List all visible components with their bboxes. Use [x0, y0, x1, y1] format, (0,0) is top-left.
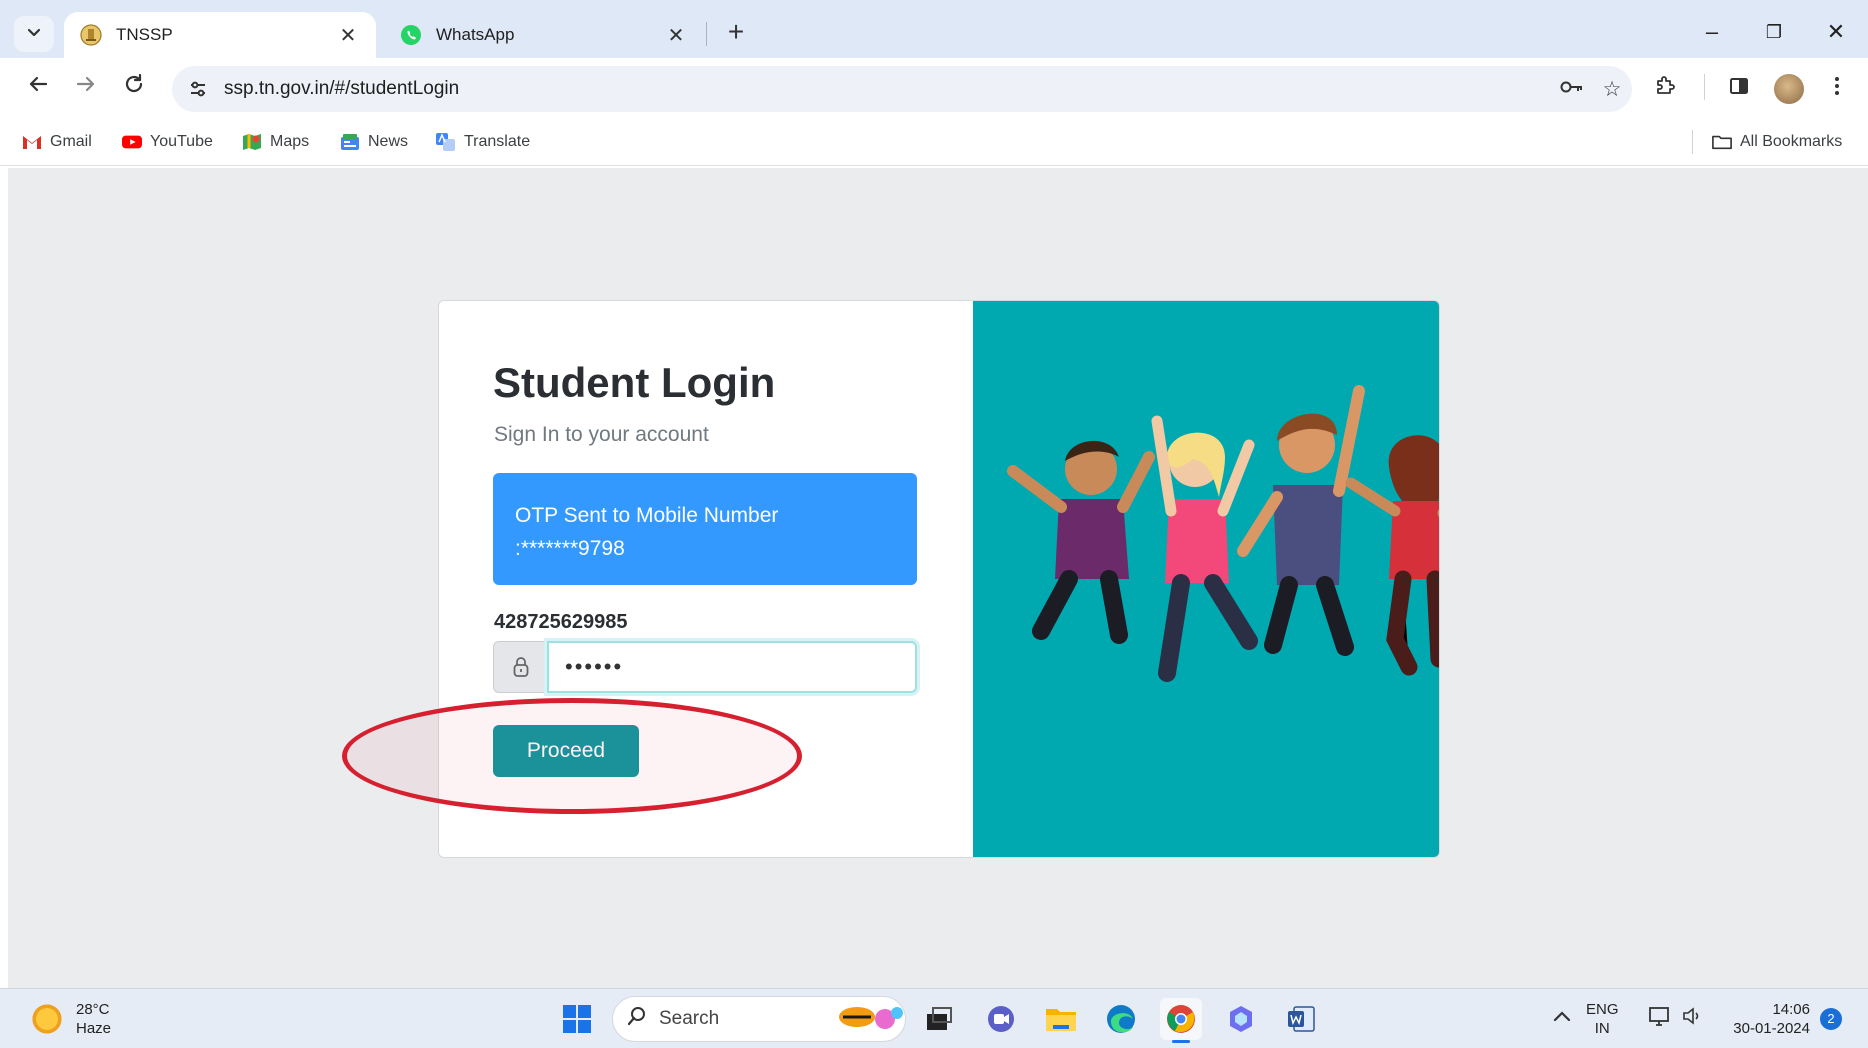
bookmark-label: News [368, 133, 409, 150]
youtube-icon [122, 133, 142, 151]
forward-button[interactable] [66, 68, 106, 108]
chrome-active-indicator [1172, 1040, 1190, 1043]
windows-icon [563, 1005, 591, 1033]
clock[interactable]: 14:06 30-01-2024 [1726, 1000, 1810, 1038]
bookmark-label: Maps [270, 133, 310, 150]
alert-masked-number: :*******9798 [515, 537, 625, 560]
student-figure [1151, 415, 1258, 682]
alert-message: OTP Sent to Mobile Number [515, 504, 779, 527]
bookmark-label: YouTube [150, 133, 213, 150]
student-figure [1237, 385, 1365, 656]
bookmark-gmail[interactable]: Gmail [22, 130, 92, 154]
file-explorer-icon[interactable] [1040, 998, 1082, 1040]
maps-icon [242, 133, 262, 151]
bookmark-translate[interactable]: Translate [436, 130, 530, 154]
reload-icon [123, 73, 145, 101]
otp-input[interactable] [547, 641, 917, 693]
tab-whatsapp[interactable]: WhatsApp ✕ [384, 12, 704, 58]
volume-icon[interactable] [1682, 1006, 1704, 1031]
tab-separator [706, 22, 707, 46]
key-icon[interactable] [1552, 77, 1592, 101]
start-button[interactable] [556, 998, 598, 1040]
tn-emblem-icon [80, 24, 102, 46]
weather-condition: Haze [76, 1020, 112, 1037]
chevron-up-icon[interactable] [1552, 1006, 1572, 1029]
reload-button[interactable] [114, 68, 154, 108]
browser-toolbar: ssp.tn.gov.in/#/studentLogin ☆ [0, 58, 1868, 118]
folder-icon [1712, 133, 1732, 151]
aadhaar-number-label: 428725629985 [494, 611, 628, 633]
time: 14:06 [1772, 1001, 1810, 1018]
minimize-button[interactable]: – [1688, 14, 1736, 50]
page-title: Student Login [493, 359, 776, 406]
whatsapp-icon [400, 24, 422, 46]
tab-strip: TNSSP ✕ WhatsApp ✕ + – ❐ ✕ [0, 0, 1868, 58]
bookmark-label: Translate [464, 133, 531, 150]
search-highlight-icon [835, 999, 905, 1039]
side-panel-icon[interactable] [1720, 70, 1758, 108]
weather-widget[interactable]: 28°C Haze [30, 1000, 111, 1038]
close-icon[interactable]: ✕ [664, 23, 688, 48]
toolbar-separator [1704, 74, 1705, 100]
restore-button[interactable]: ❐ [1750, 14, 1798, 50]
all-bookmarks-label: All Bookmarks [1740, 133, 1843, 150]
temperature: 28°C [76, 1001, 110, 1018]
student-figure [1345, 435, 1439, 676]
word-icon[interactable] [1280, 998, 1322, 1040]
extensions-icon[interactable] [1646, 70, 1684, 108]
close-icon[interactable]: ✕ [336, 23, 360, 48]
all-bookmarks[interactable]: All Bookmarks [1712, 130, 1842, 154]
close-window-button[interactable]: ✕ [1812, 14, 1860, 50]
network-icon[interactable] [1648, 1006, 1672, 1033]
chevron-down-icon [26, 24, 42, 45]
bookmark-news[interactable]: News [340, 130, 408, 154]
lock-icon [493, 641, 547, 693]
tab-title: WhatsApp [436, 25, 515, 44]
otp-sent-alert: OTP Sent to Mobile Number :*******9798 [493, 473, 917, 585]
tab-tnssp[interactable]: TNSSP ✕ [64, 12, 376, 58]
back-button[interactable] [18, 68, 58, 108]
tab-search-button[interactable] [14, 16, 54, 52]
region-code: IN [1594, 1020, 1610, 1037]
url-text[interactable]: ssp.tn.gov.in/#/studentLogin [224, 78, 1552, 100]
arrow-left-icon [27, 74, 49, 101]
red-highlight-annotation [342, 698, 802, 814]
language-indicator[interactable]: ENG IN [1586, 1000, 1619, 1038]
bookmark-youtube[interactable]: YouTube [122, 130, 213, 154]
menu-icon[interactable] [1818, 70, 1856, 108]
notification-badge[interactable]: 2 [1820, 1008, 1842, 1030]
task-view-icon[interactable] [918, 998, 960, 1040]
weather-haze-icon [30, 1002, 64, 1036]
arrow-right-icon [75, 74, 97, 101]
teams-chat-icon[interactable] [980, 998, 1022, 1040]
student-figure [1007, 440, 1155, 644]
edge-icon[interactable] [1100, 998, 1142, 1040]
language-code: ENG [1586, 1001, 1619, 1018]
copilot-icon[interactable] [1220, 998, 1262, 1040]
otp-input-group [493, 641, 917, 693]
search-label: Search [659, 1008, 720, 1029]
star-icon[interactable]: ☆ [1592, 77, 1632, 102]
bookmarks-bar: Gmail YouTube Maps News Translate All Bo… [0, 118, 1868, 166]
news-icon [340, 133, 360, 151]
chrome-icon[interactable] [1160, 998, 1202, 1040]
date: 30-01-2024 [1733, 1020, 1810, 1037]
bookmark-label: Gmail [50, 133, 92, 150]
gmail-icon [22, 133, 42, 151]
bookmark-maps[interactable]: Maps [242, 130, 309, 154]
page-subtitle: Sign In to your account [494, 423, 709, 446]
new-tab-button[interactable]: + [718, 16, 754, 50]
taskbar-search[interactable]: Search [612, 996, 906, 1042]
translate-icon [436, 133, 456, 151]
jumping-students-illustration [1007, 385, 1439, 682]
search-icon [627, 1006, 647, 1032]
bookmark-separator [1692, 130, 1693, 154]
site-settings-icon[interactable] [182, 73, 214, 105]
profile-avatar[interactable] [1774, 74, 1804, 104]
tab-title: TNSSP [116, 25, 173, 44]
address-bar[interactable]: ssp.tn.gov.in/#/studentLogin ☆ [172, 66, 1632, 112]
illustration-panel [973, 301, 1439, 857]
